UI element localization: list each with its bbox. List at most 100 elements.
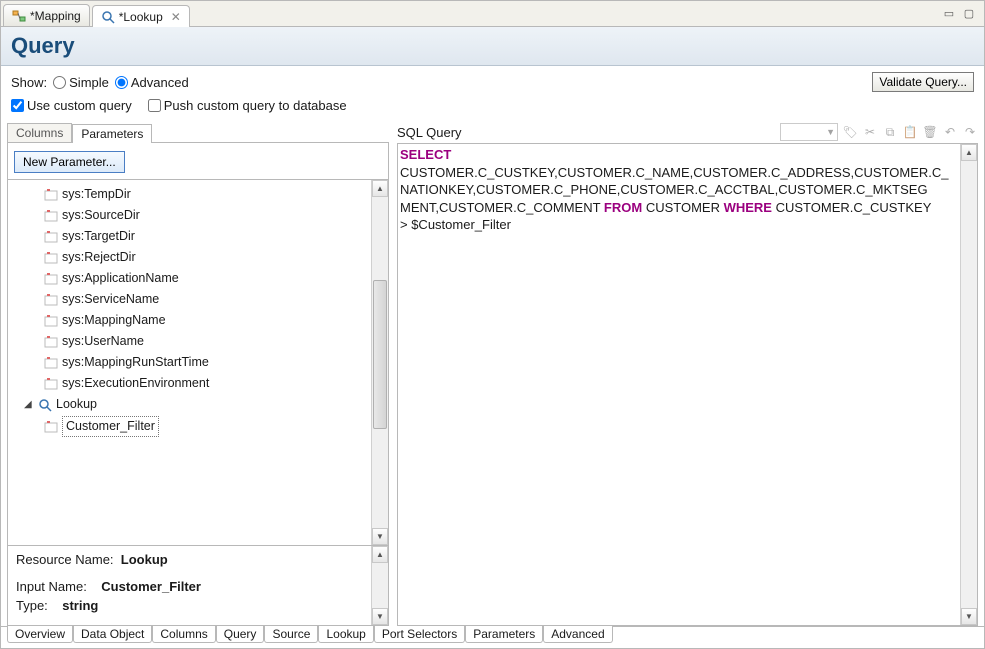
tree-item-customer-filter[interactable]: Customer_Filter xyxy=(10,415,386,438)
input-name-label: Input Name: xyxy=(16,579,87,594)
sql-keyword-where: WHERE xyxy=(724,200,772,215)
tree-item[interactable]: sys:TargetDir xyxy=(10,226,386,247)
sql-text: MENT,CUSTOMER.C_COMMENT xyxy=(400,200,604,215)
tree-item-lookup-label: Lookup xyxy=(56,395,97,414)
lookup-node-icon xyxy=(38,398,52,412)
tree-scrollbar[interactable]: ▲ ▼ xyxy=(371,180,388,545)
properties-pane: Resource Name: Lookup Input Name: Custom… xyxy=(7,546,389,626)
chevron-down-icon: ▼ xyxy=(826,127,835,137)
variable-icon xyxy=(44,293,58,307)
sql-editor[interactable]: SELECT CUSTOMER.C_CUSTKEY,CUSTOMER.C_NAM… xyxy=(397,143,978,626)
redo-icon[interactable]: ↷ xyxy=(962,124,978,140)
use-custom-query-checkbox[interactable]: Use custom query xyxy=(11,98,132,113)
radio-advanced-label: Advanced xyxy=(131,75,189,90)
bottom-tab-columns[interactable]: Columns xyxy=(152,626,215,643)
tree-item-customer-filter-label: Customer_Filter xyxy=(62,416,159,437)
sql-query-label: SQL Query xyxy=(397,125,462,140)
close-icon[interactable]: ✕ xyxy=(171,10,181,24)
maximize-icon[interactable]: ▢ xyxy=(962,7,976,21)
variable-icon xyxy=(44,230,58,244)
variable-icon xyxy=(44,335,58,349)
sql-text: > $Customer_Filter xyxy=(400,217,511,232)
bottom-tab-advanced[interactable]: Advanced xyxy=(543,626,612,643)
bottom-tab-query[interactable]: Query xyxy=(216,626,265,643)
tree-item-label: sys:TempDir xyxy=(62,185,131,204)
delete-icon[interactable]: 🗑 xyxy=(922,124,938,140)
tag-icon[interactable]: 🏷 xyxy=(842,124,858,140)
bottom-tab-overview[interactable]: Overview xyxy=(7,626,73,643)
sql-text: CUSTOMER.C_CUSTKEY,CUSTOMER.C_NAME,CUSTO… xyxy=(400,165,949,180)
variable-icon xyxy=(44,188,58,202)
sql-scrollbar[interactable]: ▲ ▼ xyxy=(960,144,977,625)
push-custom-query-label: Push custom query to database xyxy=(164,98,347,113)
push-custom-query-checkbox[interactable]: Push custom query to database xyxy=(148,98,347,113)
tree-item[interactable]: sys:MappingName xyxy=(10,310,386,331)
tree-item-lookup[interactable]: ◢ Lookup xyxy=(10,394,386,415)
resource-name-label: Resource Name: xyxy=(16,552,114,567)
tree-item[interactable]: sys:ServiceName xyxy=(10,289,386,310)
sql-combo[interactable]: ▼ xyxy=(780,123,838,141)
use-custom-query-input[interactable] xyxy=(11,99,24,112)
cut-icon[interactable]: ✂ xyxy=(862,124,878,140)
scroll-down-icon[interactable]: ▼ xyxy=(961,608,977,625)
bottom-tab-parameters[interactable]: Parameters xyxy=(465,626,543,643)
variable-icon xyxy=(44,272,58,286)
scroll-down-icon[interactable]: ▼ xyxy=(372,608,388,625)
left-tab-columns[interactable]: Columns xyxy=(7,123,72,142)
radio-simple-label: Simple xyxy=(69,75,109,90)
mapping-icon xyxy=(12,9,26,23)
type-label: Type: xyxy=(16,598,48,613)
tree-item[interactable]: sys:UserName xyxy=(10,331,386,352)
sql-keyword-from: FROM xyxy=(604,200,642,215)
props-scrollbar[interactable]: ▲ ▼ xyxy=(371,546,388,625)
paste-icon[interactable]: 📋 xyxy=(902,124,918,140)
expand-icon[interactable]: ◢ xyxy=(24,395,34,414)
radio-simple-input[interactable] xyxy=(53,76,66,89)
copy-icon[interactable]: ⧉ xyxy=(882,124,898,140)
page-title: Query xyxy=(11,33,974,59)
variable-icon xyxy=(44,420,58,434)
tree-item-label: sys:RejectDir xyxy=(62,248,136,267)
tree-item[interactable]: sys:ExecutionEnvironment xyxy=(10,373,386,394)
scroll-up-icon[interactable]: ▲ xyxy=(961,144,977,161)
bottom-tab-lookup[interactable]: Lookup xyxy=(318,626,373,643)
left-tab-parameters[interactable]: Parameters xyxy=(72,124,152,143)
tree-item-label: sys:TargetDir xyxy=(62,227,135,246)
validate-query-button[interactable]: Validate Query... xyxy=(872,72,974,92)
undo-icon[interactable]: ↶ xyxy=(942,124,958,140)
variable-icon xyxy=(44,251,58,265)
bottom-tab-data-object[interactable]: Data Object xyxy=(73,626,152,643)
show-label: Show: xyxy=(11,75,47,90)
tree-item[interactable]: sys:RejectDir xyxy=(10,247,386,268)
editor-tab-lookup-label: *Lookup xyxy=(119,10,163,24)
sql-keyword-select: SELECT xyxy=(400,147,451,162)
scroll-up-icon[interactable]: ▲ xyxy=(372,546,388,563)
bottom-tab-source[interactable]: Source xyxy=(264,626,318,643)
new-parameter-button[interactable]: New Parameter... xyxy=(14,151,125,173)
editor-tab-mapping-label: *Mapping xyxy=(30,9,81,23)
tree-item[interactable]: sys:SourceDir xyxy=(10,205,386,226)
scroll-down-icon[interactable]: ▼ xyxy=(372,528,388,545)
sql-text: CUSTOMER xyxy=(642,200,723,215)
variable-icon xyxy=(44,377,58,391)
editor-tab-mapping[interactable]: *Mapping xyxy=(3,4,90,26)
tree-item[interactable]: sys:TempDir xyxy=(10,184,386,205)
tree-item-label: sys:SourceDir xyxy=(62,206,140,225)
bottom-tab-port-selectors[interactable]: Port Selectors xyxy=(374,626,465,643)
tree-item[interactable]: sys:ApplicationName xyxy=(10,268,386,289)
tree-item-label: sys:ExecutionEnvironment xyxy=(62,374,209,393)
radio-advanced-input[interactable] xyxy=(115,76,128,89)
tree-item-label: sys:ApplicationName xyxy=(62,269,179,288)
scroll-up-icon[interactable]: ▲ xyxy=(372,180,388,197)
lookup-icon xyxy=(101,10,115,24)
tree-item-label: sys:ServiceName xyxy=(62,290,159,309)
tree-item-label: sys:UserName xyxy=(62,332,144,351)
push-custom-query-input[interactable] xyxy=(148,99,161,112)
editor-tab-lookup[interactable]: *Lookup ✕ xyxy=(92,5,190,27)
minimize-icon[interactable]: ▭ xyxy=(942,7,956,21)
variable-icon xyxy=(44,356,58,370)
tree-item[interactable]: sys:MappingRunStartTime xyxy=(10,352,386,373)
radio-simple[interactable]: Simple xyxy=(53,75,109,90)
sql-text: CUSTOMER.C_CUSTKEY xyxy=(772,200,931,215)
radio-advanced[interactable]: Advanced xyxy=(115,75,189,90)
